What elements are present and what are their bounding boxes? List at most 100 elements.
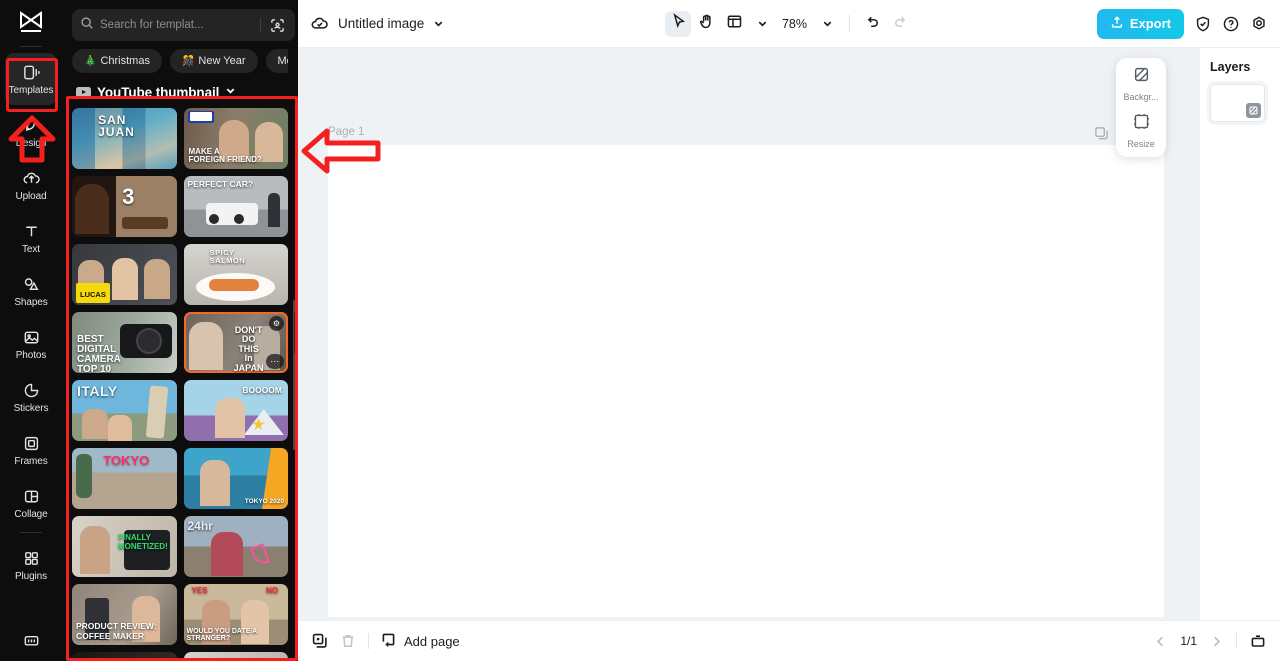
templates-panel: 🎄 Christmas 🎊 New Year Mos YouTube thumb… (62, 0, 298, 661)
template-thumbnail[interactable]: YES NO WOULD YOU DATE A STRANGER? (183, 584, 288, 645)
plugins-icon (22, 548, 41, 568)
edit-palette-icon[interactable]: ⚙ (269, 316, 284, 331)
template-thumbnail[interactable]: SAN JUAN (72, 108, 177, 169)
frames-icon (22, 433, 41, 453)
gear-icon[interactable] (1250, 15, 1268, 33)
panel-collapse-handle[interactable] (294, 310, 298, 356)
template-thumbnail[interactable]: FINALLY MONETIZED! (72, 516, 177, 577)
toolbar-divider (849, 15, 851, 32)
trash-icon[interactable] (340, 633, 356, 649)
template-thumbnail[interactable]: PERFECT CAR? (183, 176, 288, 237)
template-thumbnail[interactable]: MAKE A FOREIGN FRIEND? (183, 108, 288, 169)
chevron-down-icon[interactable] (225, 83, 236, 101)
duplicate-icon[interactable] (312, 633, 328, 649)
select-tool-button[interactable] (664, 10, 691, 37)
more-options-icon[interactable]: ⋯ (266, 354, 284, 369)
thumbnail-text: SPICY SALMON (209, 248, 246, 265)
template-thumbnail[interactable]: 3 (72, 176, 177, 237)
template-thumbnail[interactable]: TOKYO (72, 448, 177, 509)
sidebar-item-label: Upload (15, 191, 47, 202)
sidebar-item-upload[interactable]: Upload (5, 159, 57, 211)
layout-dropdown-button[interactable] (749, 11, 775, 37)
template-thumbnail[interactable]: ITALY (72, 380, 177, 441)
sidebar-item-design[interactable]: Design (5, 106, 57, 158)
toolbar-left: Untitled image (310, 14, 444, 33)
layers-panel: Layers (1199, 48, 1280, 620)
undo-button[interactable] (859, 11, 885, 37)
layout-tool-button[interactable] (721, 11, 747, 37)
template-thumbnail[interactable]: BEST DIGITAL CAMERA TOP 10 (72, 312, 177, 373)
sidebar-item-templates[interactable]: Templates (5, 53, 57, 105)
template-thumbnail[interactable]: PRODUCT REVIEW: COFFEE MAKER (72, 584, 177, 645)
next-page-button[interactable] (1210, 635, 1223, 648)
panel-header: 🎄 Christmas 🎊 New Year Mos (62, 0, 298, 73)
thumbnail-text: MAKE A FOREIGN FRIEND? (188, 146, 262, 164)
thumbnail-text: DON'T DO THIS In JAPAN (233, 324, 264, 373)
add-page-icon (381, 632, 397, 651)
search-input-wrapper[interactable] (72, 9, 295, 41)
template-thumbnail[interactable]: TOKYO 2020 (183, 448, 288, 509)
bottom-divider-2 (1236, 633, 1237, 649)
search-input[interactable] (100, 19, 254, 31)
chevron-down-icon[interactable] (433, 18, 444, 29)
toolbar-right: Export (1096, 8, 1268, 39)
canvas-page[interactable] (328, 145, 1164, 617)
help-circle-icon[interactable] (1222, 15, 1240, 33)
design-icon (22, 115, 41, 135)
app-logo[interactable] (0, 0, 62, 44)
thumbnail-text: LUCAS (80, 290, 106, 299)
sidebar-item-keyboard[interactable] (5, 620, 57, 660)
category-header[interactable]: YouTube thumbnail (62, 73, 298, 108)
canvas-area[interactable]: Page 1 Backgr... Resize (298, 48, 1199, 620)
capcut-editor: Templates Design Upload Text Shapes Phot… (0, 0, 1280, 661)
hand-tool-button[interactable] (693, 11, 719, 37)
prev-page-button[interactable] (1154, 635, 1167, 648)
thumbnail-text: 24hr (187, 519, 213, 533)
sidebar-item-text[interactable]: Text (5, 212, 57, 264)
sidebar-item-label: Plugins (14, 571, 48, 582)
sidebar-item-frames[interactable]: Frames (5, 424, 57, 476)
image-search-icon[interactable] (267, 15, 287, 35)
template-thumbnail[interactable]: SPICY SALMON (183, 244, 288, 305)
photos-icon (22, 327, 41, 347)
chip-christmas[interactable]: 🎄 Christmas (72, 49, 162, 73)
thumbnail-text: PERFECT CAR? (187, 179, 254, 189)
template-thumbnail[interactable]: DRESS BACK (72, 652, 177, 661)
template-thumbnail[interactable] (183, 652, 288, 661)
export-upload-icon (1110, 15, 1124, 32)
zoom-dropdown-button[interactable] (814, 11, 840, 37)
sidebar-item-collage[interactable]: Collage (5, 477, 57, 529)
background-button[interactable]: Backgr... (1116, 66, 1166, 102)
redo-button[interactable] (887, 11, 913, 37)
chip-new-year[interactable]: 🎊 New Year (169, 49, 258, 73)
cloud-sync-icon[interactable] (310, 14, 329, 33)
export-button[interactable]: Export (1096, 8, 1184, 39)
chip-most[interactable]: Mos (265, 49, 288, 73)
document-title[interactable]: Untitled image (338, 16, 424, 31)
sidebar-item-photos[interactable]: Photos (5, 318, 57, 370)
template-thumbnail-selected[interactable]: DON'T DO THIS In JAPAN ⚙ ⋯ (183, 312, 288, 373)
sidebar-item-plugins[interactable]: Plugins (5, 539, 57, 591)
cursor-icon (669, 12, 686, 35)
search-icon (80, 16, 94, 35)
duplicate-page-icon[interactable] (1094, 126, 1109, 146)
sidebar-item-label: Collage (14, 509, 48, 520)
layer-item[interactable] (1210, 84, 1265, 122)
toolbar-center: 78% (664, 10, 913, 37)
upload-cloud-icon (22, 168, 41, 188)
work-area: Page 1 Backgr... Resize Layers (298, 48, 1280, 620)
thumbnail-text: ITALY (77, 383, 118, 399)
add-page-button[interactable]: Add page (381, 632, 460, 651)
sidebar-item-stickers[interactable]: Stickers (5, 371, 57, 423)
template-thumbnail[interactable]: LUCAS (72, 244, 177, 305)
template-thumbnail[interactable]: BOOOOM (183, 380, 288, 441)
template-thumbnail[interactable]: 24hr (183, 516, 288, 577)
sidebar-item-shapes[interactable]: Shapes (5, 265, 57, 317)
sidebar-item-label: Frames (14, 456, 48, 467)
resize-button[interactable]: Resize (1116, 113, 1166, 149)
thumbnail-text: BEST DIGITAL CAMERA TOP 10 (77, 334, 121, 374)
resize-icon (1133, 113, 1150, 135)
shield-check-icon[interactable] (1194, 15, 1212, 33)
top-toolbar: Untitled image 78% Export (298, 0, 1280, 48)
pages-panel-icon[interactable] (1250, 633, 1266, 649)
